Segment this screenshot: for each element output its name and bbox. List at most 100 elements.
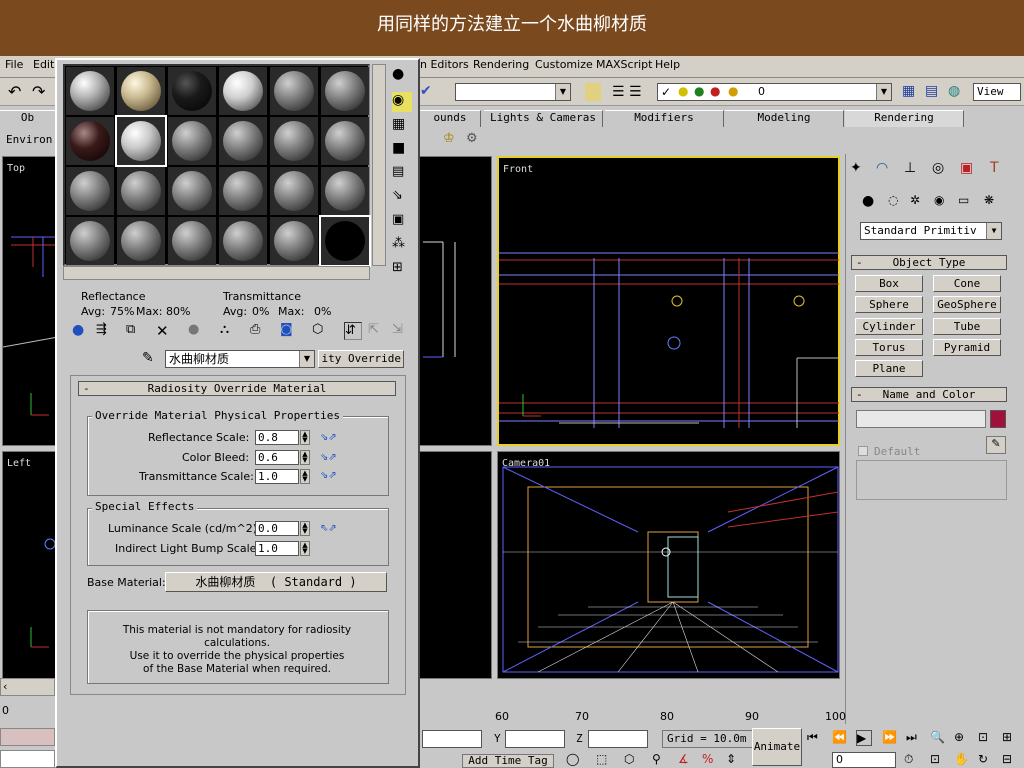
select-check-icon[interactable]: ✔: [420, 83, 450, 101]
transmittance-scale-input[interactable]: 1.0: [255, 469, 299, 484]
transmittance-scale-spinner[interactable]: ▲ ▼: [300, 469, 310, 484]
maxscript-listener-input[interactable]: [0, 750, 55, 768]
go-to-parent-icon[interactable]: ⇱: [368, 322, 386, 340]
add-time-tag-button[interactable]: Add Time Tag: [462, 754, 554, 768]
go-forward-sibling-icon[interactable]: ⇲: [392, 322, 410, 340]
material-slot[interactable]: [270, 117, 318, 165]
put-to-scene-icon[interactable]: ⇶: [96, 322, 114, 340]
plane-button[interactable]: Plane: [855, 360, 923, 377]
pick-material-eyedropper-icon[interactable]: ✎: [142, 350, 162, 368]
region-zoom-icon[interactable]: ⊡: [930, 752, 946, 768]
reset-material-icon[interactable]: ✕: [156, 322, 174, 340]
luminance-lock-icon[interactable]: ⇖⇗: [320, 523, 338, 535]
cameras-icon[interactable]: ◉: [934, 193, 952, 211]
chevron-down-icon[interactable]: ▼: [299, 351, 314, 367]
percent-snap-icon[interactable]: %: [702, 752, 718, 768]
utilities-tab-icon[interactable]: T: [990, 160, 1010, 180]
pyramid-button[interactable]: Pyramid: [933, 339, 1001, 356]
material-slot[interactable]: [117, 217, 165, 265]
angle-snap-icon[interactable]: ∡: [678, 752, 694, 768]
luminance-scale-spinner[interactable]: ▲ ▼: [300, 521, 310, 536]
tab-lights-cameras[interactable]: Lights & Cameras: [484, 110, 603, 127]
material-slot[interactable]: [168, 217, 216, 265]
environment-button[interactable]: Environ: [6, 133, 52, 146]
make-unique-icon[interactable]: ⛬: [220, 322, 238, 340]
assign-material-icon[interactable]: ⧉: [126, 322, 144, 340]
color-bleed-lock-icon[interactable]: ⇘⇗: [320, 452, 338, 464]
previous-frame-icon[interactable]: ⏪: [832, 730, 848, 746]
track-bar-left[interactable]: 0: [0, 700, 55, 724]
put-to-library-icon[interactable]: ⎙: [250, 322, 268, 340]
torus-button[interactable]: Torus: [855, 339, 923, 356]
object-color-swatch[interactable]: [990, 410, 1006, 428]
luminance-scale-input[interactable]: 0.0: [255, 521, 299, 536]
viewport-camera[interactable]: Camera01: [497, 451, 840, 679]
time-slider-left[interactable]: ‹: [0, 678, 55, 696]
show-end-result-icon[interactable]: ⇵: [344, 322, 362, 340]
chevron-down-icon[interactable]: ▼: [555, 84, 570, 100]
menu-edit[interactable]: Edit: [33, 58, 54, 71]
tab-compounds[interactable]: ounds: [420, 110, 481, 127]
tab-rendering[interactable]: Rendering: [845, 110, 964, 127]
menu-material-editors[interactable]: n Editors: [420, 58, 469, 71]
menu-rendering[interactable]: Rendering: [473, 58, 529, 71]
color-bleed-input[interactable]: 0.6: [255, 450, 299, 465]
y-coordinate-field[interactable]: [505, 730, 565, 748]
modify-tab-icon[interactable]: ◠: [876, 160, 896, 180]
layer-manager-icon[interactable]: ☰ ☰: [612, 84, 652, 100]
material-slot[interactable]: [168, 117, 216, 165]
display-tab-icon[interactable]: ▣: [960, 160, 980, 180]
next-frame-icon[interactable]: ⏩: [882, 730, 898, 746]
lock-selection-icon[interactable]: ◯: [566, 752, 582, 768]
snap-toggle-icon[interactable]: ⚲: [652, 752, 668, 768]
sample-type-icon[interactable]: ●: [392, 66, 412, 86]
sample-uv-tiling-icon[interactable]: ■: [392, 140, 412, 160]
rollout-header[interactable]: - Radiosity Override Material: [78, 381, 396, 396]
material-slot[interactable]: [117, 167, 165, 215]
hierarchy-tab-icon[interactable]: ⊥: [904, 160, 924, 180]
viewport-front[interactable]: Front: [497, 156, 840, 446]
make-preview-icon[interactable]: ⇘: [392, 188, 412, 208]
material-slot[interactable]: [321, 67, 369, 115]
material-slot[interactable]: [219, 217, 267, 265]
background-checker-icon[interactable]: ▦: [392, 116, 412, 136]
cone-button[interactable]: Cone: [933, 275, 1001, 292]
material-slot[interactable]: [270, 217, 318, 265]
material-slot[interactable]: [219, 167, 267, 215]
menu-maxscript[interactable]: MAXScript: [596, 58, 652, 71]
color-bleed-spinner[interactable]: ▲ ▼: [300, 450, 310, 465]
menu-help[interactable]: Help: [655, 58, 680, 71]
render-scene-icon[interactable]: ♔: [443, 131, 459, 147]
helpers-icon[interactable]: ▭: [958, 193, 976, 211]
box-button[interactable]: Box: [855, 275, 923, 292]
material-slot[interactable]: [219, 67, 267, 115]
material-slot[interactable]: [117, 67, 165, 115]
zoom-extents-icon[interactable]: ⊡: [978, 730, 994, 746]
go-to-start-icon[interactable]: ⏮: [807, 730, 823, 746]
copy-material-icon[interactable]: ●: [188, 322, 206, 340]
cylinder-button[interactable]: Cylinder: [855, 318, 923, 335]
gear-icon[interactable]: ⚙: [466, 131, 482, 147]
menu-customize[interactable]: Customize: [535, 58, 593, 71]
curve-editor-icon[interactable]: ▦: [902, 83, 920, 101]
tube-button[interactable]: Tube: [933, 318, 1001, 335]
material-slot[interactable]: [319, 215, 371, 267]
track-bar[interactable]: 60 70 80 90 100: [420, 710, 846, 724]
material-slot[interactable]: [270, 67, 318, 115]
layer-dropdown[interactable]: ✓ ● ● ● ● 0 ▼: [657, 83, 892, 101]
geosphere-button[interactable]: GeoSphere: [933, 296, 1001, 313]
reflectance-scale-spinner[interactable]: ▲ ▼: [300, 430, 310, 445]
reflectance-scale-lock-icon[interactable]: ⇘⇗: [320, 432, 338, 444]
material-slot[interactable]: [115, 115, 167, 167]
indirect-bump-spinner[interactable]: ▲ ▼: [300, 541, 310, 556]
name-color-rollout-header[interactable]: - Name and Color: [851, 387, 1007, 402]
time-config-icon[interactable]: ⏱: [904, 752, 920, 768]
material-slot[interactable]: [66, 217, 114, 265]
play-icon[interactable]: ▶: [856, 730, 872, 746]
chevron-down-icon[interactable]: ▼: [986, 223, 1001, 239]
crossing-selection-icon[interactable]: ⬚: [596, 752, 612, 768]
redo-icon[interactable]: ↷: [32, 82, 50, 101]
eyedropper-icon[interactable]: ✎: [986, 436, 1006, 454]
menu-file[interactable]: File: [5, 58, 23, 71]
select-by-material-icon[interactable]: ⁂: [392, 236, 412, 256]
